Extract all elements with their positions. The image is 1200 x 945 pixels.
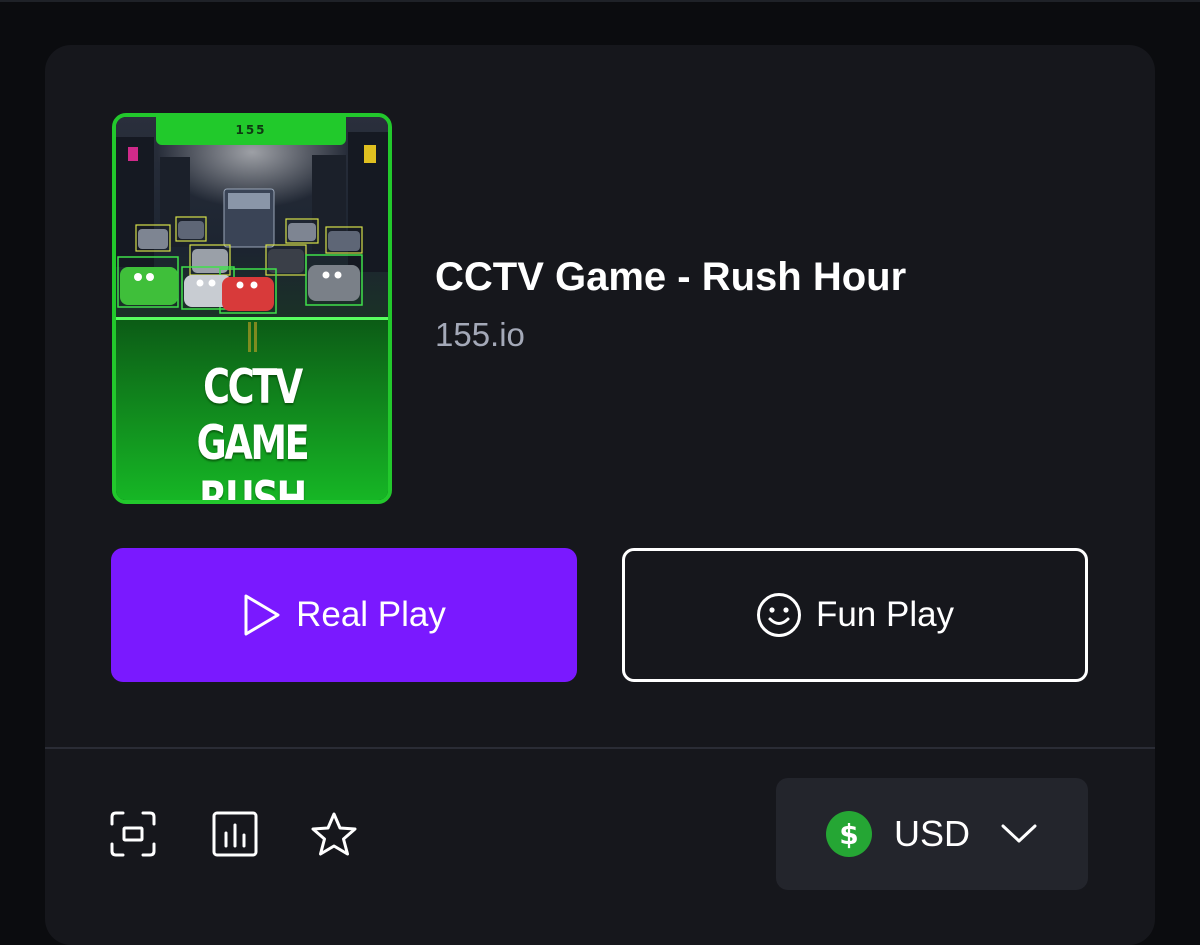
thumbnail-title-line2: RUSH HOUR — [199, 472, 307, 504]
smiley-icon — [756, 592, 802, 638]
game-card: 155 CCTV GAME RUSH HOUR CCTV Game - Rush… — [45, 45, 1155, 945]
star-icon[interactable] — [310, 810, 358, 858]
section-divider — [45, 747, 1155, 749]
dollar-coin-icon: $ — [826, 811, 872, 857]
currency-code: USD — [894, 813, 971, 854]
game-thumbnail[interactable]: 155 CCTV GAME RUSH HOUR — [112, 113, 392, 504]
play-icon — [242, 593, 282, 637]
thumbnail-title-line1: CCTV GAME — [196, 360, 310, 471]
fun-play-button[interactable]: Fun Play — [622, 548, 1088, 682]
game-provider[interactable]: 155.io — [435, 316, 525, 354]
real-play-label: Real Play — [296, 595, 446, 634]
chevron-down-icon — [1000, 823, 1038, 845]
currency-selector[interactable]: $ USD — [776, 778, 1088, 890]
fullscreen-icon[interactable] — [109, 810, 157, 858]
thumbnail-badge: 155 — [156, 117, 346, 145]
real-play-button[interactable]: Real Play — [111, 548, 577, 682]
game-title: CCTV Game - Rush Hour — [435, 255, 907, 299]
thumbnail-title: CCTV GAME RUSH HOUR — [146, 360, 358, 504]
stats-icon[interactable] — [211, 810, 259, 858]
fun-play-label: Fun Play — [815, 595, 955, 634]
top-strip — [0, 0, 1200, 2]
